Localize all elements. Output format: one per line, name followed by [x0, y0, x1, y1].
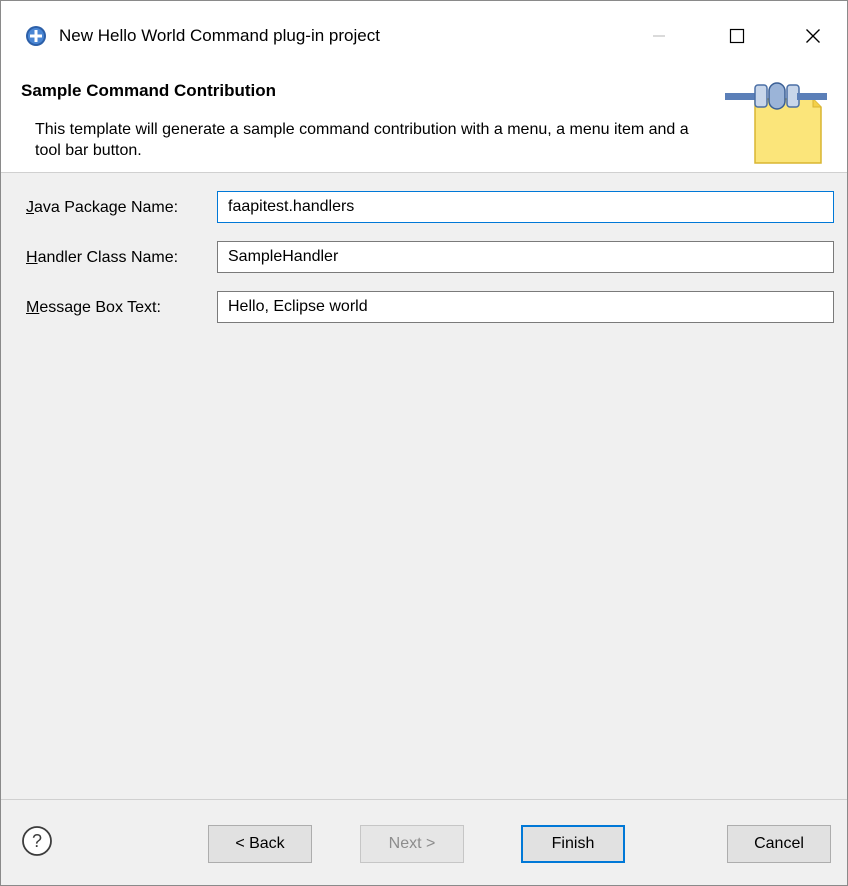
- handler-class-accel: H: [26, 249, 38, 266]
- next-button[interactable]: Next >: [360, 825, 464, 863]
- help-icon[interactable]: ?: [21, 825, 53, 857]
- eclipse-app-icon: [26, 26, 46, 46]
- message-box-input[interactable]: [217, 291, 834, 323]
- maximize-icon: [729, 28, 745, 44]
- handler-class-input[interactable]: [217, 241, 834, 273]
- java-package-row: Java Package Name:: [1, 191, 847, 225]
- handler-class-row: Handler Class Name:: [1, 241, 847, 275]
- java-package-accel: J: [26, 199, 34, 216]
- close-button[interactable]: [787, 15, 839, 57]
- close-icon: [806, 29, 820, 43]
- title-bar: New Hello World Command plug-in project: [1, 1, 847, 67]
- cancel-button[interactable]: Cancel: [727, 825, 831, 863]
- message-box-row: Message Box Text:: [1, 291, 847, 325]
- handler-class-label-text: andler Class Name:: [37, 249, 179, 266]
- wizard-header: Sample Command Contribution This templat…: [1, 67, 847, 173]
- message-box-accel: M: [26, 299, 40, 316]
- window-title: New Hello World Command plug-in project: [59, 26, 380, 45]
- help-symbol: ?: [32, 831, 42, 851]
- form-area: Java Package Name: Handler Class Name: M…: [1, 174, 847, 800]
- java-package-label-text: ava Package Name:: [34, 199, 179, 216]
- maximize-button[interactable]: [711, 15, 763, 57]
- minimize-button[interactable]: [633, 15, 685, 57]
- message-box-label: Message Box Text:: [26, 298, 161, 318]
- finish-button[interactable]: Finish: [521, 825, 625, 863]
- page-description: This template will generate a sample com…: [35, 121, 689, 159]
- plugin-wizard-icon: [725, 82, 827, 164]
- back-button[interactable]: < Back: [208, 825, 312, 863]
- button-bar: ? < Back Next > Finish Cancel: [1, 801, 847, 885]
- java-package-label: Java Package Name:: [26, 198, 178, 218]
- page-title: Sample Command Contribution: [21, 81, 276, 100]
- minimize-icon: [653, 35, 665, 37]
- java-package-input[interactable]: [217, 191, 834, 223]
- handler-class-label: Handler Class Name:: [26, 248, 178, 268]
- wizard-dialog: New Hello World Command plug-in project …: [0, 0, 848, 886]
- message-box-label-text: essage Box Text:: [39, 299, 161, 316]
